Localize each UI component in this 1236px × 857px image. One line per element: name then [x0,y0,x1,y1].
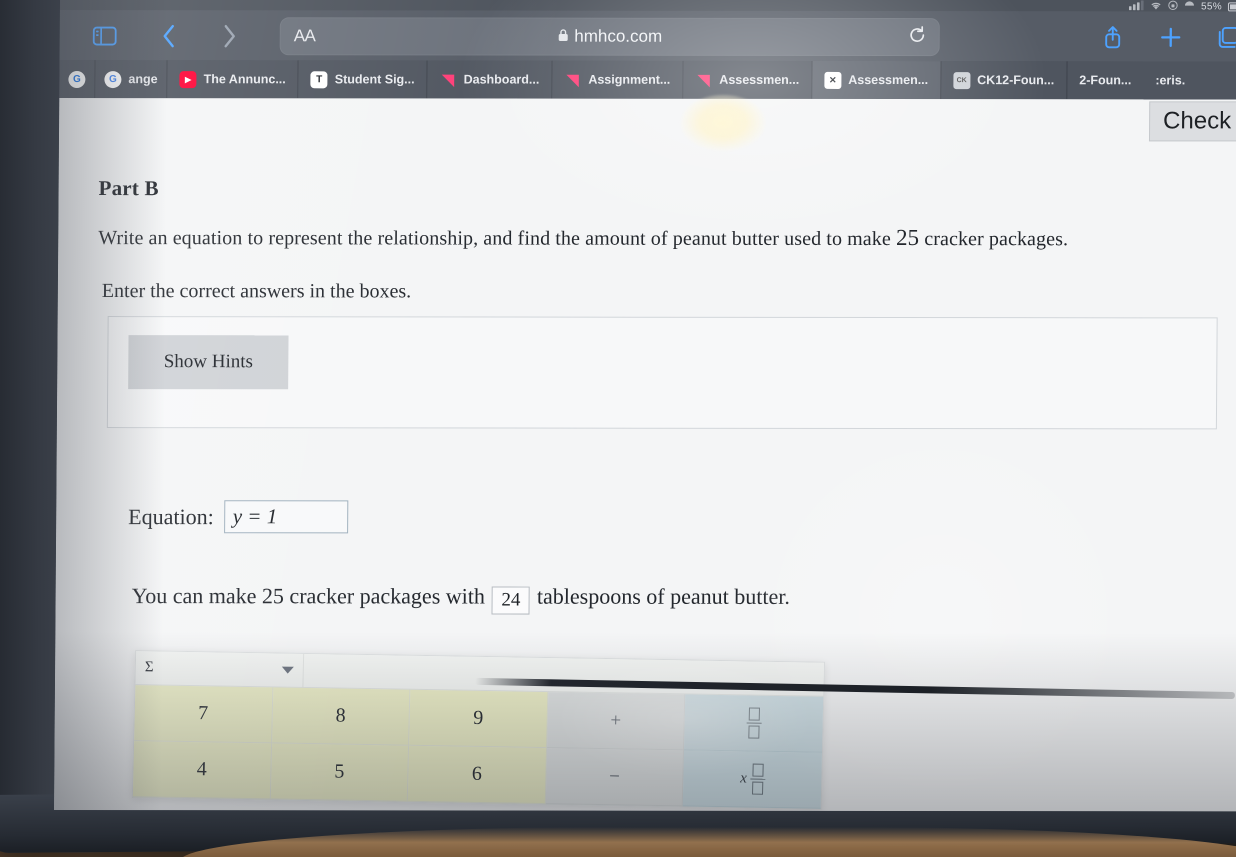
answer-text-before: You can make 25 cracker packages with [131,583,486,609]
keypad-key-9[interactable]: 9 [409,689,549,749]
tab-chrome[interactable]: G [59,59,96,99]
equation-label: Equation: [128,503,214,529]
keypad-key-plus[interactable]: + [546,692,686,751]
sidebar-toggle-icon[interactable] [82,16,128,56]
forward-chevron-icon [206,16,252,56]
tab-assessment-2[interactable]: ✕ Assessmen... [812,60,942,100]
back-chevron-icon[interactable] [146,16,192,56]
tab-the-annunc[interactable]: ▶ The Annunc... [167,60,299,99]
tab-2-foundation[interactable]: 2-Foun... [1067,61,1143,99]
address-bar[interactable]: AA hmhco.com [279,17,940,57]
prompt-number: 25 [895,225,920,251]
equation-row: Equation: y = 1 [128,500,348,534]
prompt-text-after: cracker packages. [919,228,1069,251]
answer-input[interactable]: 24 [491,586,531,615]
ck12-icon: CK [953,71,971,89]
plus-icon[interactable] [1148,17,1194,57]
hmh-icon: ◥ [697,71,710,89]
tab-label: CK12-Foun... [977,73,1055,88]
question-prompt-line-2: Enter the correct answers in the boxes. [101,280,412,303]
hints-panel: Show Hints [106,316,1218,430]
page-title: Part B [98,176,159,201]
photo-scene: 55% AA hmhco.com G G ange ▶ The Annunc..… [0,0,1236,857]
url-text: hmhco.com [574,26,663,46]
tab-student-sign-in[interactable]: T Student Sig... [298,60,428,99]
tab-dashboard[interactable]: ◥ Dashboard... [427,60,553,99]
check-button[interactable]: Check [1148,101,1236,142]
show-hints-button[interactable]: Show Hints [128,335,289,390]
keypad-key-4[interactable]: 4 [132,741,272,800]
tab-eris[interactable]: :eris. [1143,61,1197,99]
keypad-mode-dropdown[interactable]: Σ [135,650,305,688]
tab-label: ange [128,72,158,87]
tab-label: Dashboard... [463,72,540,87]
hmh-icon: ◥ [442,71,454,89]
tab-label: Student Sig... [334,72,415,87]
prompt-text-before: Write an equation to represent the relat… [98,227,897,251]
keypad-mode-symbol: Σ [144,659,154,676]
battery-icon [1227,1,1236,11]
equation-input[interactable]: y = 1 [223,500,348,534]
keypad-key-mixed-number-template[interactable]: x [683,750,822,809]
tab-label: Assessmen... [848,72,929,88]
tab-label: 2-Foun... [1079,73,1132,88]
question-prompt-line-1: Write an equation to represent the relat… [98,224,1068,251]
tab-label: Assessmen... [719,72,800,87]
x-icon: ✕ [824,71,842,89]
answer-sentence-row: You can make 25 cracker packages with 24… [131,583,790,615]
tablet-screen: 55% AA hmhco.com G G ange ▶ The Annunc..… [54,0,1236,812]
youtube-icon: ▶ [179,70,197,88]
tab-strip: G G ange ▶ The Annunc... T Student Sig..… [59,59,1236,100]
keypad-key-8[interactable]: 8 [271,687,411,746]
google-icon: G [104,70,122,88]
math-keypad: Σ 7 8 9 + 4 5 6 − x [131,650,826,810]
hmh-icon: ◥ [567,71,579,89]
text-size-button[interactable]: AA [294,26,316,46]
url-display: hmhco.com [280,26,940,47]
t-icon: T [310,70,328,88]
answer-text-after: tablespoons of peanut butter. [536,583,790,609]
chrome-icon: G [68,70,86,88]
tab-label: Assignment... [588,72,671,87]
lock-icon [557,27,568,47]
mixed-number-icon: x [740,763,765,795]
fraction-icon [746,707,762,739]
web-page-content: Check Part B Write an equation to repres… [54,97,1236,812]
share-icon[interactable] [1090,17,1136,57]
reload-icon[interactable] [909,25,926,49]
tabs-overview-icon[interactable] [1206,17,1236,57]
keypad-key-minus[interactable]: − [545,748,685,807]
tab-assessment-1[interactable]: ◥ Assessmen... [683,60,813,99]
toolbar-right-actions [1090,17,1236,57]
battery-percent-label: 55% [1201,0,1223,12]
tab-ck12-foundation[interactable]: CK CK12-Foun... [941,61,1068,100]
keypad-grid: 7 8 9 + 4 5 6 − x [132,685,824,809]
chevron-down-icon [281,666,294,674]
tab-label: The Annunc... [203,72,286,87]
keypad-key-5[interactable]: 5 [270,743,410,802]
keypad-key-7[interactable]: 7 [134,685,273,744]
browser-toolbar: AA hmhco.com [59,9,1236,64]
tab-google[interactable]: G ange [95,60,168,99]
keypad-key-fraction-template[interactable] [684,694,824,753]
keypad-key-6[interactable]: 6 [407,745,547,805]
tab-label: :eris. [1155,73,1186,88]
tab-assignment[interactable]: ◥ Assignment... [552,60,684,99]
